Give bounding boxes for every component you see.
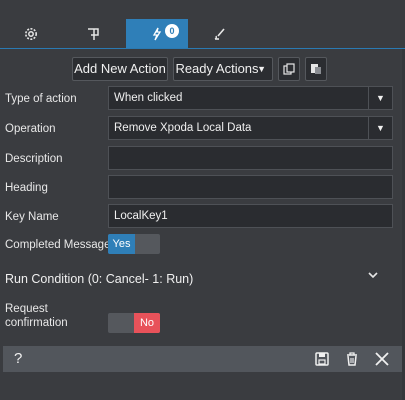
tab-actions[interactable]: 0 — [126, 19, 188, 49]
type-of-action-value: When clicked — [114, 92, 183, 104]
type-of-action-label: Type of action — [5, 93, 77, 105]
save-icon[interactable] — [314, 351, 330, 367]
chevron-down-icon: ▼ — [368, 87, 392, 109]
description-input[interactable] — [108, 146, 393, 170]
caret-down-icon: ▼ — [257, 64, 266, 74]
description-label: Description — [5, 153, 63, 165]
toggle-yes: Yes — [108, 234, 135, 254]
copy-button[interactable] — [278, 57, 300, 81]
flag-icon — [88, 28, 99, 40]
type-of-action-select[interactable]: When clicked ▼ — [108, 86, 393, 110]
brush-icon — [214, 28, 225, 40]
request-confirmation-label: Request confirmation — [5, 302, 68, 330]
copy-icon — [283, 63, 295, 75]
heading-label: Heading — [5, 182, 48, 194]
chevron-down-icon: ▼ — [368, 117, 392, 139]
key-name-label: Key Name — [5, 211, 59, 223]
gear-icon — [25, 28, 37, 40]
operation-label: Operation — [5, 123, 56, 135]
tab-flag[interactable] — [62, 19, 124, 49]
lightning-icon — [152, 27, 162, 41]
key-name-input[interactable]: LocalKey1 — [108, 204, 393, 228]
paste-icon — [311, 64, 321, 74]
tab-settings[interactable] — [0, 19, 62, 49]
request-confirmation-toggle[interactable]: No — [108, 313, 160, 333]
request-confirmation-line2: confirmation — [5, 317, 68, 329]
ready-actions-label: Ready Actions — [175, 61, 259, 76]
run-condition-header[interactable]: Run Condition (0: Cancel- 1: Run) — [5, 272, 193, 286]
operation-select[interactable]: Remove Xpoda Local Data ▼ — [108, 116, 393, 140]
toggle-no: No — [134, 313, 160, 333]
tab-style[interactable] — [188, 19, 250, 49]
completed-message-label: Completed Message — [5, 239, 111, 251]
chevron-down-icon[interactable] — [366, 268, 380, 282]
tab-underline — [0, 48, 405, 49]
operation-value: Remove Xpoda Local Data — [114, 122, 252, 134]
completed-message-toggle[interactable]: Yes — [108, 234, 160, 254]
heading-input[interactable] — [108, 175, 393, 199]
paste-button[interactable] — [305, 57, 327, 81]
close-icon[interactable] — [374, 351, 390, 367]
ready-actions-dropdown[interactable]: Ready Actions ▼ — [173, 57, 273, 81]
tab-bar: 0 — [0, 0, 405, 49]
request-confirmation-line1: Request — [5, 303, 48, 315]
action-count-badge: 0 — [165, 24, 179, 38]
footer-bar: ? — [3, 346, 402, 372]
trash-icon[interactable] — [344, 351, 360, 367]
add-new-action-button[interactable]: Add New Action — [72, 57, 168, 81]
help-button[interactable]: ? — [14, 350, 22, 367]
